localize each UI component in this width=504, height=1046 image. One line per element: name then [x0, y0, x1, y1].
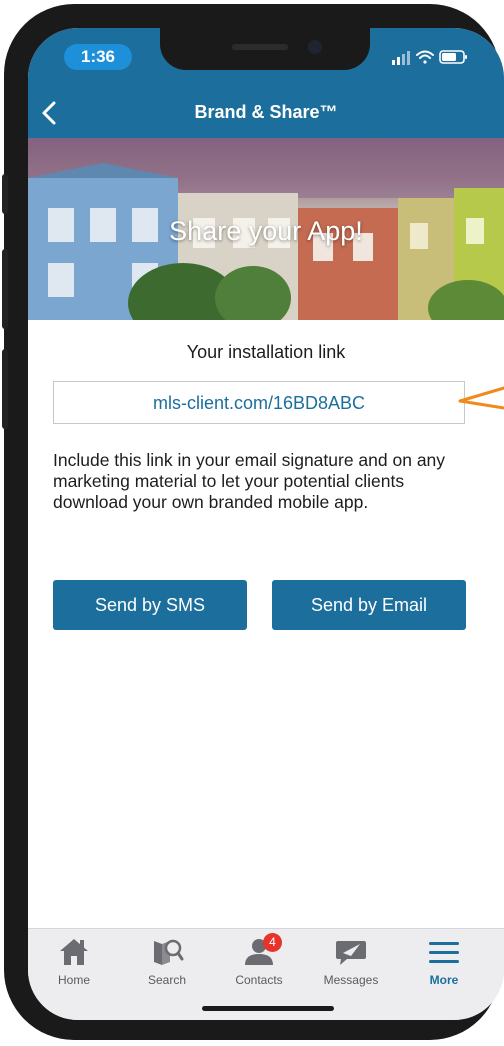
- hero-title: Share your App!: [169, 216, 363, 246]
- menu-icon: [429, 942, 459, 963]
- tab-search-label: Search: [147, 973, 187, 987]
- volume-up-button: [2, 249, 8, 329]
- tab-home[interactable]: Home: [34, 935, 114, 995]
- tab-messages-label: Messages: [323, 973, 379, 987]
- volume-down-button: [2, 349, 8, 429]
- send-by-sms-button[interactable]: Send by SMS: [53, 580, 247, 630]
- notch: [160, 28, 370, 70]
- installation-link-field[interactable]: mls-client.com/16BD8ABC: [53, 381, 465, 424]
- home-icon: [60, 939, 88, 965]
- wifi-icon: [416, 50, 434, 64]
- speaker-grille: [232, 44, 288, 50]
- annotation-arrow-icon: [458, 386, 504, 410]
- signal-icon: [392, 51, 410, 65]
- tab-more[interactable]: More: [404, 935, 484, 995]
- tab-search[interactable]: Search: [127, 935, 207, 995]
- contacts-badge: 4: [263, 933, 282, 952]
- tab-home-label: Home: [57, 973, 90, 987]
- home-indicator: [202, 1006, 334, 1011]
- messages-icon: [336, 941, 366, 965]
- share-content: Your installation link mls-client.com/16…: [28, 320, 504, 928]
- send-by-email-button[interactable]: Send by Email: [272, 580, 466, 630]
- navigation-bar: Brand & Share™: [28, 88, 504, 138]
- status-time: 1:36: [64, 44, 132, 70]
- page-title: Brand & Share™: [194, 102, 338, 122]
- installation-link-label: Your installation link: [186, 342, 346, 362]
- share-description: Include this link in your email signatur…: [53, 450, 446, 512]
- front-camera: [308, 40, 322, 54]
- status-icons: [392, 50, 467, 65]
- status-bar: 1:36: [28, 28, 504, 88]
- mute-switch: [2, 174, 8, 214]
- search-icon: [154, 939, 184, 965]
- tab-contacts-label: Contacts: [235, 973, 283, 987]
- tab-messages[interactable]: Messages: [311, 935, 391, 995]
- hero-banner: Share your App!: [28, 138, 504, 320]
- battery-icon: [439, 50, 467, 64]
- tab-more-label: More: [429, 973, 459, 987]
- tab-contacts[interactable]: 4 Contacts: [219, 933, 299, 995]
- app-screen: 1:36 Brand & Share™ Share your App! Your…: [28, 28, 504, 1020]
